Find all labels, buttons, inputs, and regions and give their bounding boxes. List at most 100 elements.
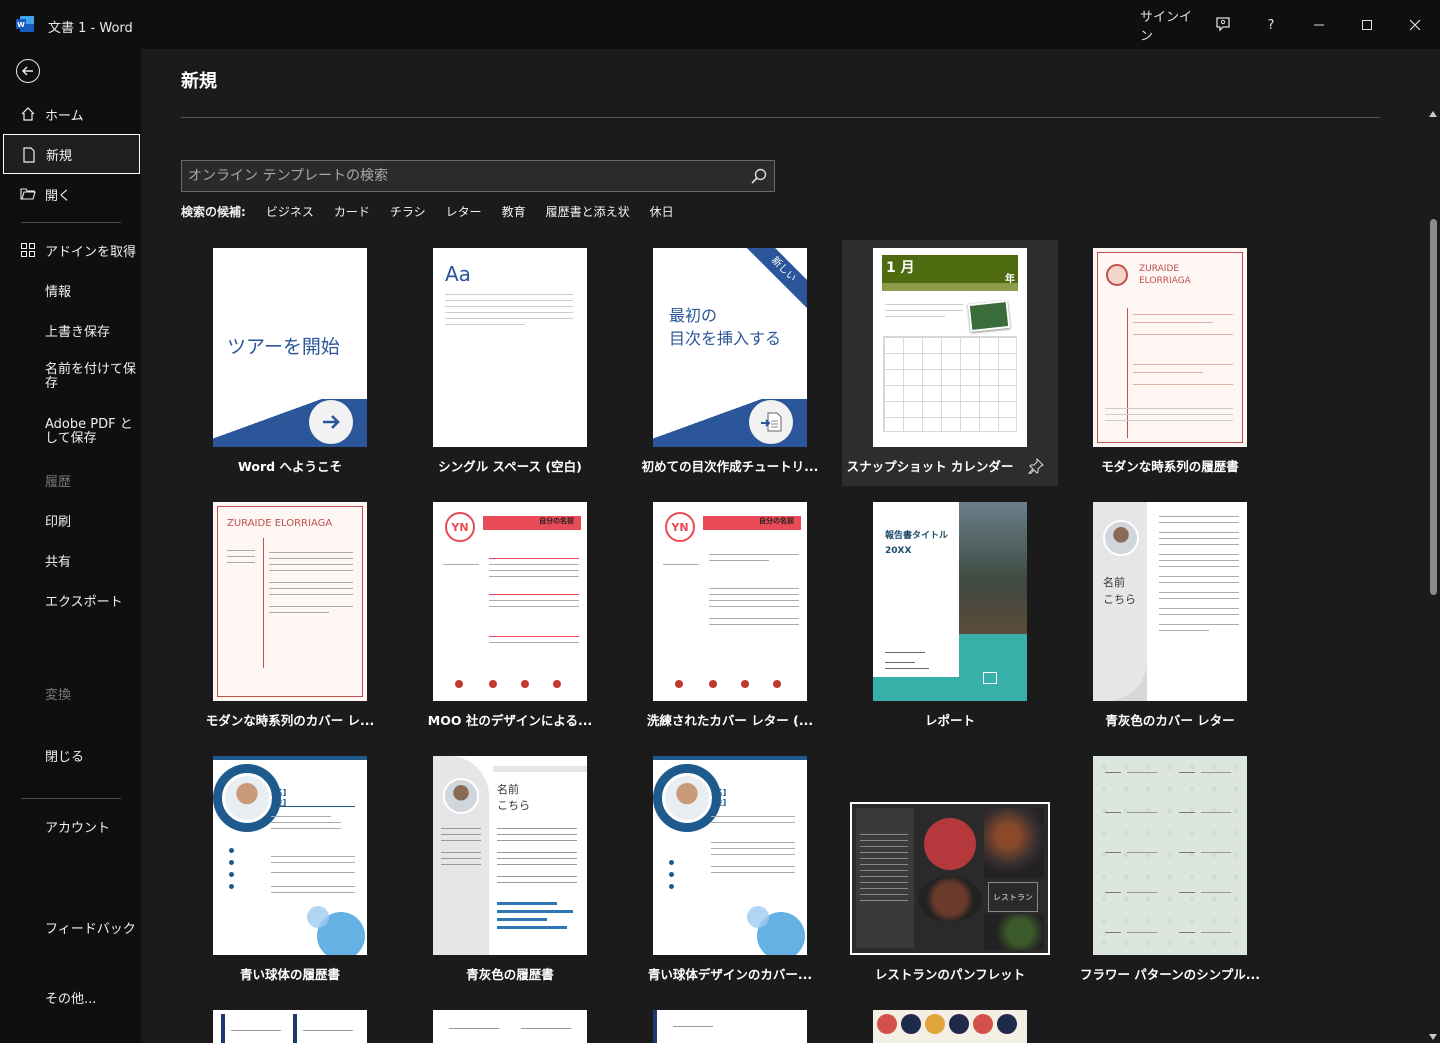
template-thumbnail [213, 1010, 367, 1043]
template-thumbnail: Aa [433, 248, 587, 447]
template-tile[interactable]: レストラン レストランのパンフレット [842, 748, 1058, 994]
template-thumbnail: 名前 こちら [433, 756, 587, 955]
minimize-icon[interactable] [1306, 12, 1332, 38]
template-tile[interactable] [402, 1002, 618, 1043]
new-document-icon [23, 147, 35, 163]
sidebar-item-history: 履歴 [0, 460, 141, 500]
template-tile[interactable] [182, 1002, 398, 1043]
sidebar-item-share[interactable]: 共有 [0, 540, 141, 580]
sidebar-item-save-as-pdf[interactable]: Adobe PDF として保存 [0, 409, 141, 455]
sidebar-divider [21, 798, 121, 799]
thumb-text: [名] [姓] [271, 788, 287, 807]
template-tile[interactable]: ZURAIDE ELORRIAGA モダンな時系列の履歴書 [1062, 240, 1278, 486]
sidebar-item-label: アドインを取得 [45, 244, 137, 260]
template-label: Word へようこそ [238, 459, 342, 474]
sidebar-item-open[interactable]: 開く [0, 174, 141, 214]
sidebar-item-label: ホーム [45, 108, 84, 124]
template-tile[interactable]: 最初の 目次を挿入する 新しい 初めての目次作成チュートリ... [622, 240, 838, 486]
template-tile[interactable]: Aa シングル スペース (空白) [402, 240, 618, 486]
template-search-box[interactable] [181, 160, 775, 192]
arrow-right-icon [309, 400, 353, 444]
suggestion-link[interactable]: チラシ [390, 203, 426, 220]
scroll-up-icon[interactable] [1429, 111, 1437, 117]
template-thumbnail: [名] [姓] [653, 756, 807, 955]
template-thumbnail: 報告書タイトル 20XX [873, 502, 1027, 701]
sidebar-item-print[interactable]: 印刷 [0, 500, 141, 540]
sidebar-item-close[interactable]: 閉じる [0, 735, 141, 775]
sidebar-item-account[interactable]: アカウント [0, 806, 141, 846]
sidebar-divider [21, 222, 121, 223]
feedback-icon[interactable] [1210, 12, 1236, 38]
scroll-down-icon[interactable] [1429, 1034, 1437, 1040]
thumb-text: ZURAIDE ELORRIAGA [1139, 264, 1191, 286]
suggestion-link[interactable]: 休日 [650, 203, 674, 220]
pin-icon[interactable] [1028, 458, 1044, 474]
template-tile[interactable]: 名前 こちら 青灰色の履歴書 [402, 748, 618, 994]
template-search-input[interactable] [188, 166, 728, 186]
sidebar-item-label: 新規 [46, 148, 73, 164]
template-tile[interactable]: 自分の名前 YN MOO 社のデザインによる... [402, 494, 618, 740]
backstage-sidebar: ホーム 新規 開く アドインを取得 情報 上書き保存 名前を付けて保存 Adob… [0, 49, 141, 1043]
signin-button[interactable]: サインイン [1140, 10, 1192, 44]
suggestion-link[interactable]: 履歴書と添え状 [546, 203, 630, 220]
thumb-text: 最初の 目次を挿入する [669, 306, 782, 348]
sidebar-item-label: Adobe PDF として保存 [45, 417, 133, 446]
template-label: 青い球体デザインのカバー... [647, 967, 813, 982]
window-title: 文書 1 - Word [48, 21, 133, 36]
vertical-scrollbar[interactable] [1426, 107, 1440, 1043]
template-label: 初めての目次作成チュートリ... [641, 459, 819, 474]
sidebar-item-save-as[interactable]: 名前を付けて保存 [0, 354, 141, 400]
template-tile[interactable]: 名前 こちら 青灰色のカバー レター [1062, 494, 1278, 740]
sidebar-item-label: 共有 [45, 554, 72, 570]
thumb-text: ZURAIDE ELORRIAGA [227, 518, 333, 529]
suggestion-link[interactable]: カード [334, 203, 370, 220]
sidebar-item-more[interactable]: その他... [0, 977, 141, 1017]
sidebar-item-info[interactable]: 情報 [0, 270, 141, 310]
search-icon[interactable] [750, 167, 768, 185]
maximize-icon[interactable] [1354, 12, 1380, 38]
sidebar-item-label: 変換 [45, 687, 72, 703]
template-label: レポート [924, 713, 975, 728]
sidebar-item-feedback[interactable]: フィードバック [0, 907, 141, 947]
word-icon: W [16, 16, 34, 32]
grid-icon [21, 243, 35, 257]
template-tile[interactable]: フラワー パターンのシンプル... [1062, 748, 1278, 994]
help-button[interactable]: ? [1258, 12, 1284, 38]
template-thumbnail [1093, 756, 1247, 955]
thumb-subtext: 20XX [885, 546, 912, 556]
close-icon[interactable] [1402, 12, 1428, 38]
suggestion-link[interactable]: ビジネス [266, 203, 314, 220]
new-document-pane: 新規 検索の候補: ビジネス カード チラシ レター 教育 履歴書と添え状 休日… [141, 49, 1440, 1043]
template-tile[interactable]: [名] [姓] 青い球体の履歴書 [182, 748, 398, 994]
template-label: 青い球体の履歴書 [239, 967, 340, 982]
template-thumbnail: 1 月 年 [873, 248, 1027, 447]
suggestions-heading: 検索の候補: [181, 204, 246, 219]
sidebar-item-get-addins[interactable]: アドインを取得 [0, 230, 141, 270]
template-tile[interactable]: ツアーを開始 Word へようこそ [182, 240, 398, 486]
template-label: レストランのパンフレット [874, 967, 1026, 982]
scrollbar-thumb[interactable] [1430, 219, 1437, 595]
template-label: モダンな時系列の履歴書 [1101, 459, 1239, 474]
sidebar-item-new[interactable]: 新規 [3, 134, 140, 174]
template-tile[interactable] [622, 1002, 838, 1043]
suggestion-link[interactable]: レター [446, 203, 482, 220]
suggestion-link[interactable]: 教育 [502, 203, 526, 220]
template-tile[interactable]: ZURAIDE ELORRIAGA モダンな時系列のカバー レ... [182, 494, 398, 740]
sidebar-item-home[interactable]: ホーム [0, 94, 141, 134]
avatar [1106, 264, 1128, 286]
template-thumbnail: レストラン [850, 802, 1050, 955]
thumb-monogram: YN [665, 512, 695, 542]
template-tile[interactable] [842, 1002, 1058, 1043]
template-tile[interactable]: 自分の名前 YN 洗練されたカバー レター (... [622, 494, 838, 740]
sidebar-item-export[interactable]: エクスポート [0, 580, 141, 620]
template-thumbnail: [名] [姓] [213, 756, 367, 955]
back-arrow-icon[interactable] [16, 59, 40, 83]
template-tile[interactable]: [名] [姓] 青い球体デザインのカバー... [622, 748, 838, 994]
page-title: 新規 [181, 71, 217, 92]
template-tile[interactable]: 報告書タイトル 20XX レポート [842, 494, 1058, 740]
thumb-text: 報告書タイトル [885, 531, 949, 541]
sidebar-item-save[interactable]: 上書き保存 [0, 310, 141, 350]
thumb-subtext: 自分の名前 [539, 517, 574, 525]
template-tile[interactable]: 1 月 年 スナップショット カレンダー [842, 240, 1058, 486]
thumb-text: ツアーを開始 [227, 336, 340, 358]
